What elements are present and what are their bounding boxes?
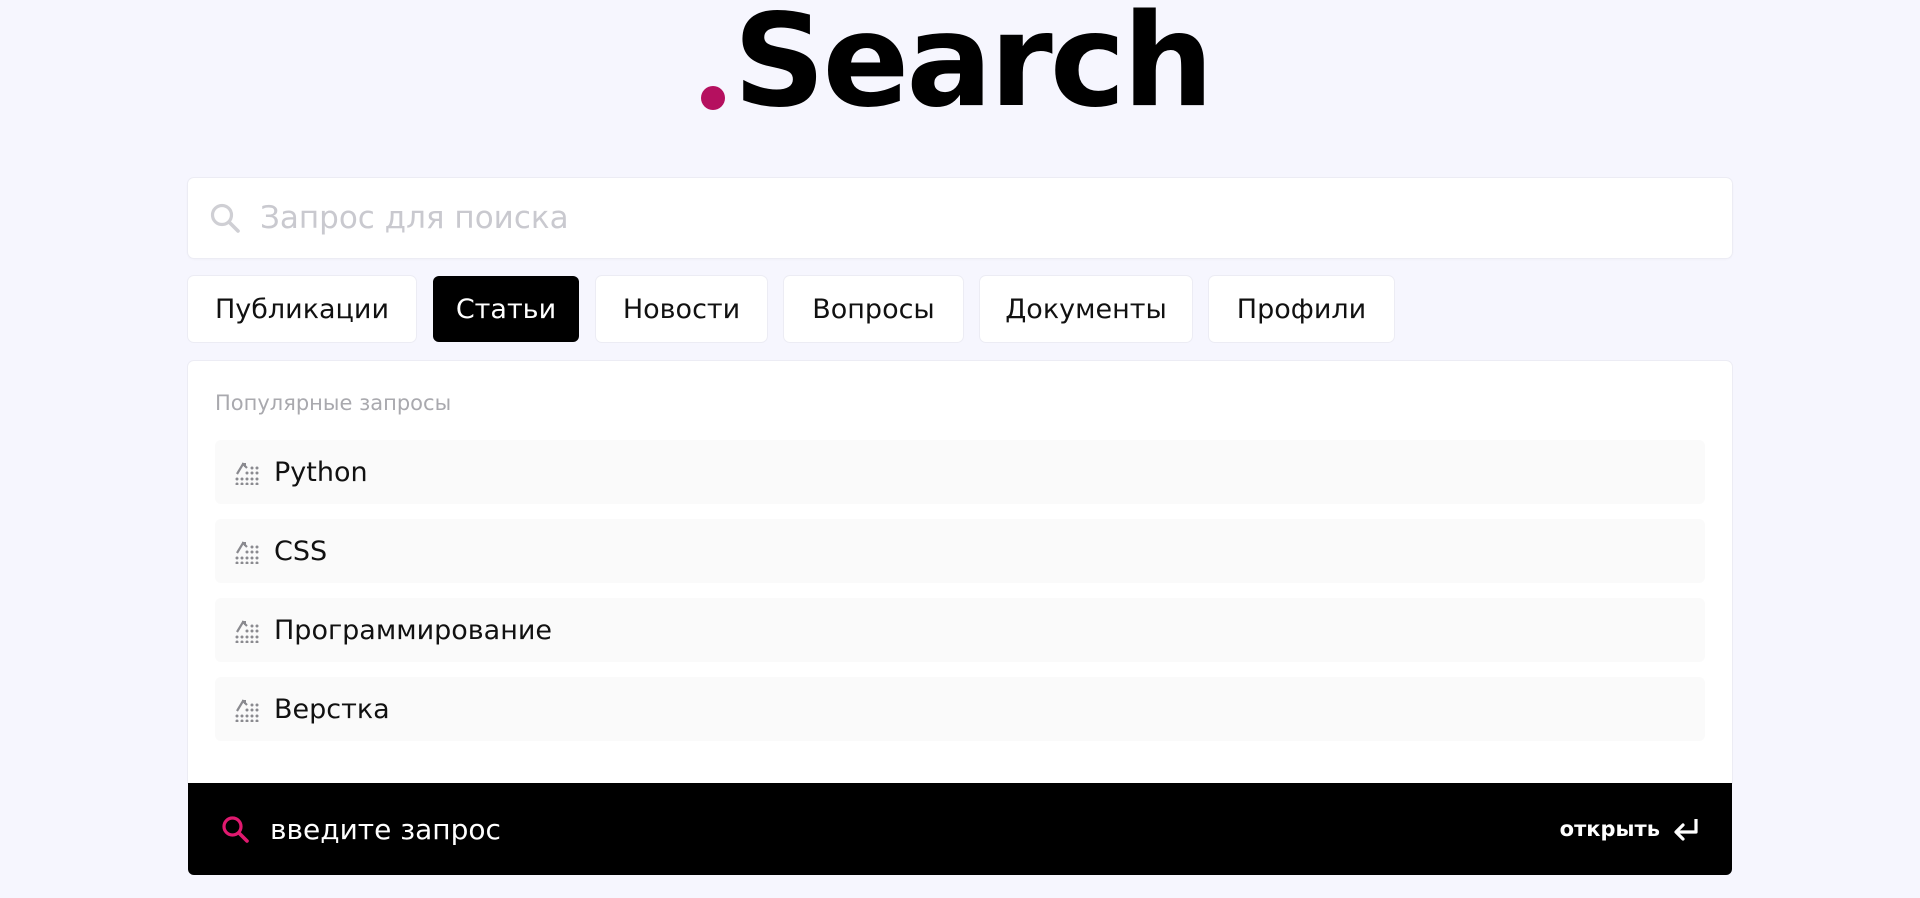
search-icon	[220, 814, 250, 844]
list-item-label: Программирование	[274, 614, 553, 646]
logo-dot	[701, 86, 726, 110]
search-box[interactable]	[188, 178, 1732, 258]
current-query-text: введите запрос	[270, 812, 501, 846]
trending-icon	[235, 620, 259, 643]
open-button[interactable]: открыть	[1560, 815, 1700, 843]
list-item[interactable]: Программирование	[215, 598, 1705, 662]
list-item[interactable]: Python	[215, 440, 1705, 504]
tab-profiles[interactable]: Профили	[1209, 276, 1394, 342]
trending-icon	[235, 541, 259, 564]
popular-queries-title: Популярные запросы	[215, 391, 452, 415]
tab-publications[interactable]: Публикации	[188, 276, 416, 342]
tab-documents[interactable]: Документы	[980, 276, 1192, 342]
logo-inner: Search	[701, 0, 1214, 136]
suggestions-panel: Популярные запросы Python CSS Программир…	[188, 361, 1732, 783]
list-item[interactable]: CSS	[215, 519, 1705, 583]
list-item-label: CSS	[274, 535, 328, 567]
open-button-label: открыть	[1559, 817, 1660, 841]
list-item-label: Верстка	[274, 693, 390, 725]
list-item-label: Python	[274, 456, 368, 488]
logo-text: Search	[733, 0, 1213, 136]
trending-icon	[235, 699, 259, 722]
enter-icon	[1672, 815, 1700, 843]
query-bar: введите запрос открыть	[188, 783, 1732, 875]
search-icon	[208, 201, 242, 235]
popular-queries-list: Python CSS Программирование Верстка	[215, 440, 1705, 756]
list-item[interactable]: Верстка	[215, 677, 1705, 741]
tab-questions[interactable]: Вопросы	[784, 276, 963, 342]
tab-articles[interactable]: Статьи	[433, 276, 579, 342]
category-tabs: Публикации Статьи Новости Вопросы Докуме…	[188, 276, 1394, 342]
trending-icon	[235, 462, 259, 485]
search-input[interactable]	[258, 187, 1702, 249]
search-page: Search Публикации Статьи Новости Вопросы…	[0, 0, 1920, 898]
tab-news[interactable]: Новости	[596, 276, 767, 342]
logo: Search	[0, 0, 1920, 130]
